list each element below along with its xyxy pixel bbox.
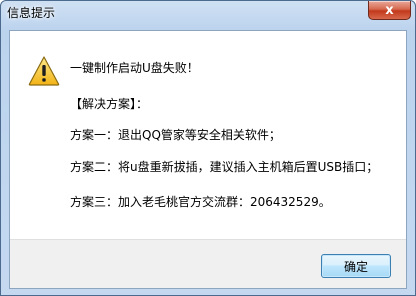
- close-button[interactable]: x: [368, 1, 411, 20]
- error-message: 一键制作启动U盘失败！: [70, 61, 199, 75]
- solution-three: 方案三：加入老毛桃官方交流群：206432529。: [70, 195, 331, 209]
- close-icon: x: [385, 2, 394, 18]
- title-bar[interactable]: 信息提示 x: [1, 1, 415, 23]
- ok-button[interactable]: 确定: [321, 254, 391, 278]
- dialog-window: 信息提示 x 一键制作启动U盘失败！ 【解决方案】： 方案一：退出QQ管家等安全…: [0, 0, 416, 296]
- warning-icon: [28, 56, 60, 86]
- dialog-body: 一键制作启动U盘失败！ 【解决方案】： 方案一：退出QQ管家等安全相关软件； 方…: [9, 30, 407, 289]
- message-area: 一键制作启动U盘失败！ 【解决方案】： 方案一：退出QQ管家等安全相关软件； 方…: [10, 31, 406, 239]
- window-title: 信息提示: [7, 6, 56, 20]
- solution-heading: 【解决方案】：: [70, 97, 149, 111]
- button-bar: 确定: [10, 239, 406, 288]
- solution-one: 方案一：退出QQ管家等安全相关软件；: [70, 128, 281, 142]
- solution-two: 方案二：将u盘重新拔插，建议插入主机箱后置USB插口；: [70, 160, 379, 174]
